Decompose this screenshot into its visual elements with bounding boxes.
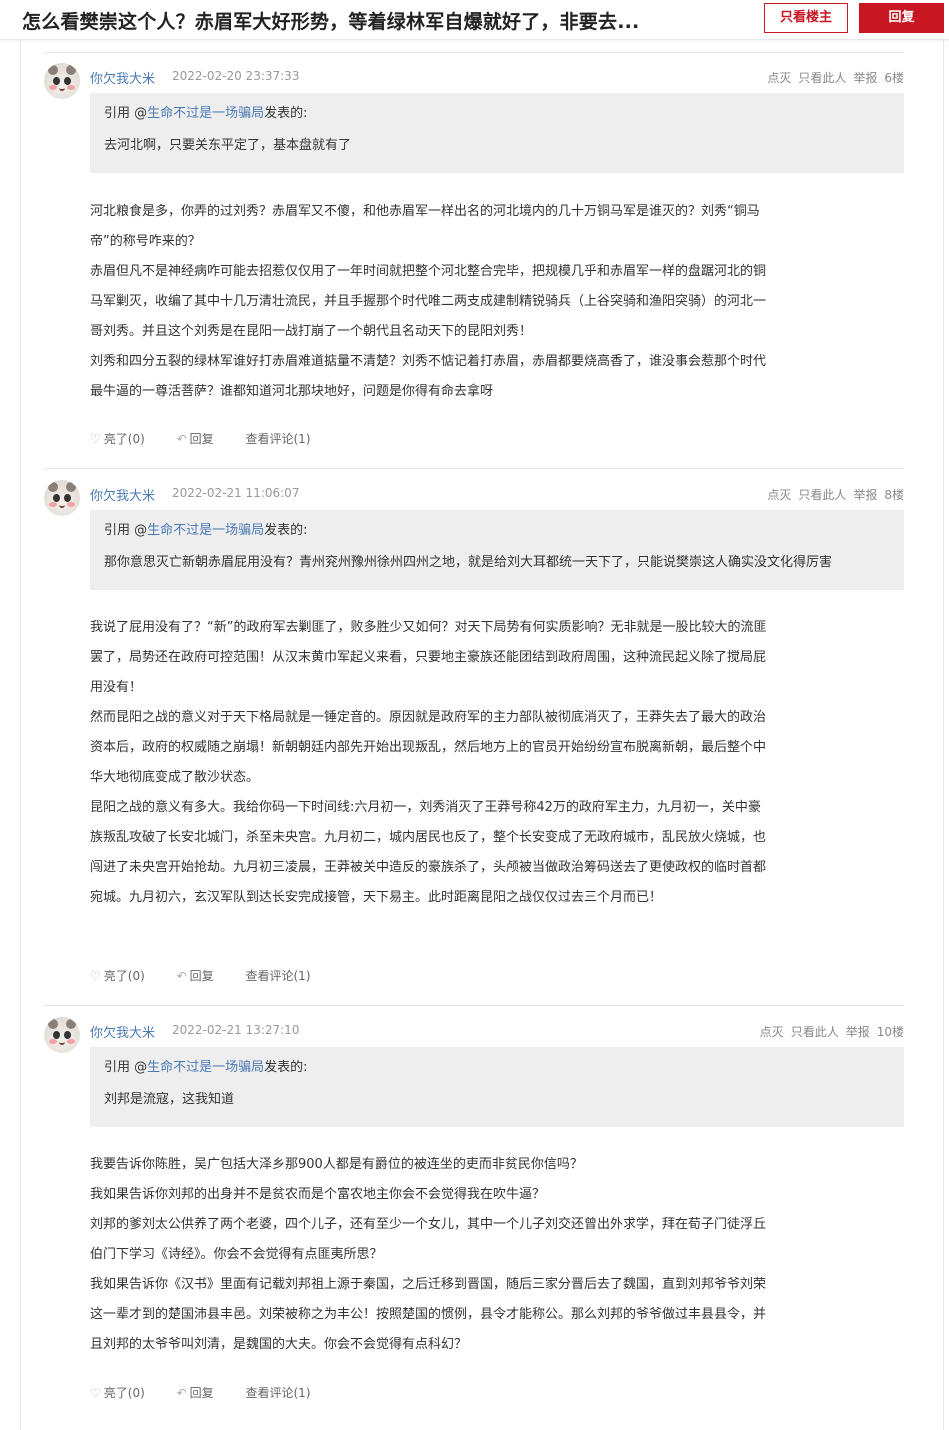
quoted-user-link[interactable]: 生命不过是一场骗局: [147, 1060, 264, 1075]
quoted-user-link[interactable]: 生命不过是一场骗局: [147, 523, 264, 538]
post-footer: ♡ 亮了(0) ↶ 回复 查看评论(1): [90, 430, 339, 447]
author-name[interactable]: 你欠我大米: [90, 485, 155, 504]
post-footer: ♡ 亮了(0) ↶ 回复 查看评论(1): [90, 967, 339, 984]
view-comments-link[interactable]: 查看评论(1): [246, 1384, 311, 1401]
like-label: 亮了(0): [103, 1386, 145, 1400]
divider: [44, 468, 904, 469]
reply-arrow-icon: ↶: [176, 432, 187, 446]
post-actions: 点灭 只看此人 举报 10楼: [753, 1023, 904, 1040]
reply-arrow-icon: ↶: [176, 1386, 187, 1400]
divider: [44, 1005, 904, 1006]
post-actions: 点灭 只看此人 举报 8楼: [760, 486, 904, 503]
quote-block: 引用 @生命不过是一场骗局发表的: 去河北啊，只要关东平定了，基本盘就有了: [90, 93, 904, 173]
only-this-user-link[interactable]: 只看此人: [791, 1025, 839, 1039]
top-bar: 怎么看樊崇这个人？赤眉军大好形势，等着绿林军自爆就好了，非要去... 只看楼主 …: [0, 0, 949, 40]
reply-button[interactable]: 回复: [859, 3, 944, 33]
post-actions: 点灭 只看此人 举报 6楼: [760, 69, 904, 86]
paragraph: 我要告诉你陈胜，吴广包括大泽乡那900人都是有爵位的被连坐的吏而非贫民你信吗？: [90, 1157, 583, 1172]
like-button[interactable]: ♡ 亮了(0): [90, 967, 145, 984]
like-label: 亮了(0): [103, 969, 145, 983]
post-content: 河北粮食是多，你弄的过刘秀？赤眉军又不傻，和他赤眉军一样出名的河北境内的几十万铜…: [90, 197, 770, 407]
quote-suffix: 发表的:: [264, 523, 308, 538]
quote-header: 引用 @生命不过是一场骗局发表的:: [104, 521, 890, 541]
reply-label: 回复: [189, 432, 214, 446]
thread-title: 怎么看樊崇这个人？赤眉军大好形势，等着绿林军自爆就好了，非要去...: [22, 11, 640, 33]
reply-link[interactable]: ↶ 回复: [177, 967, 214, 984]
view-comments-link[interactable]: 查看评论(1): [246, 967, 311, 984]
reply-arrow-icon: ↶: [176, 969, 187, 983]
quoted-user-link[interactable]: 生命不过是一场骗局: [147, 106, 264, 121]
quote-prefix: 引用 @: [104, 106, 148, 121]
post: 你欠我大米 2022-02-21 11:06:07 点灭 只看此人 举报 8楼 引用 …: [44, 472, 904, 1000]
bulb-icon: ♡: [90, 432, 101, 446]
reply-link[interactable]: ↶ 回复: [177, 1384, 214, 1401]
floor-number: 6楼: [884, 71, 904, 85]
paragraph: 赤眉但凡不是神经病咋可能去招惹仅仅用了一年时间就把整个河北整合完毕，把规模几乎和…: [90, 264, 767, 339]
floor-number: 10楼: [876, 1025, 904, 1039]
quote-block: 引用 @生命不过是一场骗局发表的: 那你意思灭亡新朝赤眉屁用没有？青州兖州豫州徐…: [90, 510, 904, 590]
floor-number: 8楼: [884, 488, 904, 502]
quote-text: 去河北啊，只要关东平定了，基本盘就有了: [104, 138, 352, 153]
frame-border-right: [943, 40, 944, 1430]
frame-border-left: [20, 40, 21, 1430]
quote-prefix: 引用 @: [104, 523, 148, 538]
paragraph: 我如果告诉你刘邦的出身并不是贫农而是个富农地主你会不会觉得我在吹牛逼？: [90, 1187, 546, 1202]
avatar[interactable]: [44, 1017, 80, 1053]
divider: [44, 52, 904, 53]
post: 你欠我大米 2022-02-21 13:27:10 点灭 只看此人 举报 10楼 引用…: [44, 1009, 904, 1427]
bulb-icon: ♡: [90, 1386, 101, 1400]
post-content: 我要告诉你陈胜，吴广包括大泽乡那900人都是有爵位的被连坐的吏而非贫民你信吗？ …: [90, 1150, 770, 1360]
quote-text: 刘邦是流寇，这我知道: [104, 1092, 235, 1107]
paragraph: 昆阳之战的意义有多大。我给你码一下时间线:六月初一，刘秀消灭了王莽号称42万的政…: [90, 800, 767, 905]
like-label: 亮了(0): [103, 432, 145, 446]
dislike-link[interactable]: 点灭: [767, 71, 791, 85]
paragraph: 然而昆阳之战的意义对于天下格局就是一锤定音的。原因就是政府军的主力部队被彻底消灭…: [90, 710, 767, 785]
post-time: 2022-02-21 11:06:07: [172, 486, 300, 500]
only-this-user-link[interactable]: 只看此人: [798, 71, 846, 85]
only-op-button[interactable]: 只看楼主: [764, 3, 848, 33]
reply-label: 回复: [189, 1386, 214, 1400]
dislike-link[interactable]: 点灭: [767, 488, 791, 502]
paragraph: 刘邦的爹刘太公供养了两个老婆，四个儿子，还有至少一个女儿，其中一个儿子刘交还曾出…: [90, 1217, 767, 1262]
author-name[interactable]: 你欠我大米: [90, 1022, 155, 1041]
post-content: 我说了屁用没有了？“新”的政府军去剿匪了，败多胜少又如何？对天下局势有何实质影响…: [90, 613, 770, 913]
post-footer: ♡ 亮了(0) ↶ 回复 查看评论(1): [90, 1384, 339, 1401]
paragraph: 我如果告诉你《汉书》里面有记载刘邦祖上源于秦国，之后迁移到晋国，随后三家分晋后去…: [90, 1277, 767, 1352]
author-name[interactable]: 你欠我大米: [90, 68, 155, 87]
paragraph: 我说了屁用没有了？“新”的政府军去剿匪了，败多胜少又如何？对天下局势有何实质影响…: [90, 620, 767, 695]
paragraph: 河北粮食是多，你弄的过刘秀？赤眉军又不傻，和他赤眉军一样出名的河北境内的几十万铜…: [90, 204, 760, 249]
view-comments-link[interactable]: 查看评论(1): [246, 430, 311, 447]
avatar[interactable]: [44, 480, 80, 516]
quote-suffix: 发表的:: [264, 1060, 308, 1075]
post-time: 2022-02-20 23:37:33: [172, 69, 300, 83]
only-this-user-link[interactable]: 只看此人: [798, 488, 846, 502]
quote-prefix: 引用 @: [104, 1060, 148, 1075]
post: 你欠我大米 2022-02-20 23:37:33 点灭 只看此人 举报 6楼 引用 …: [44, 55, 904, 465]
report-link[interactable]: 举报: [846, 1025, 870, 1039]
bulb-icon: ♡: [90, 969, 101, 983]
quote-text: 那你意思灭亡新朝赤眉屁用没有？青州兖州豫州徐州四州之地，就是给刘大耳都统一天下了…: [104, 555, 833, 570]
reply-label: 回复: [189, 969, 214, 983]
reply-link[interactable]: ↶ 回复: [177, 430, 214, 447]
quote-header: 引用 @生命不过是一场骗局发表的:: [104, 1058, 890, 1078]
report-link[interactable]: 举报: [853, 488, 877, 502]
post-time: 2022-02-21 13:27:10: [172, 1023, 300, 1037]
avatar[interactable]: [44, 63, 80, 99]
report-link[interactable]: 举报: [853, 71, 877, 85]
paragraph: 刘秀和四分五裂的绿林军谁好打赤眉难道掂量不清楚？刘秀不惦记着打赤眉，赤眉都要烧高…: [90, 354, 767, 399]
quote-header: 引用 @生命不过是一场骗局发表的:: [104, 104, 890, 124]
like-button[interactable]: ♡ 亮了(0): [90, 1384, 145, 1401]
dislike-link[interactable]: 点灭: [760, 1025, 784, 1039]
quote-block: 引用 @生命不过是一场骗局发表的: 刘邦是流寇，这我知道: [90, 1047, 904, 1127]
like-button[interactable]: ♡ 亮了(0): [90, 430, 145, 447]
quote-suffix: 发表的:: [264, 106, 308, 121]
